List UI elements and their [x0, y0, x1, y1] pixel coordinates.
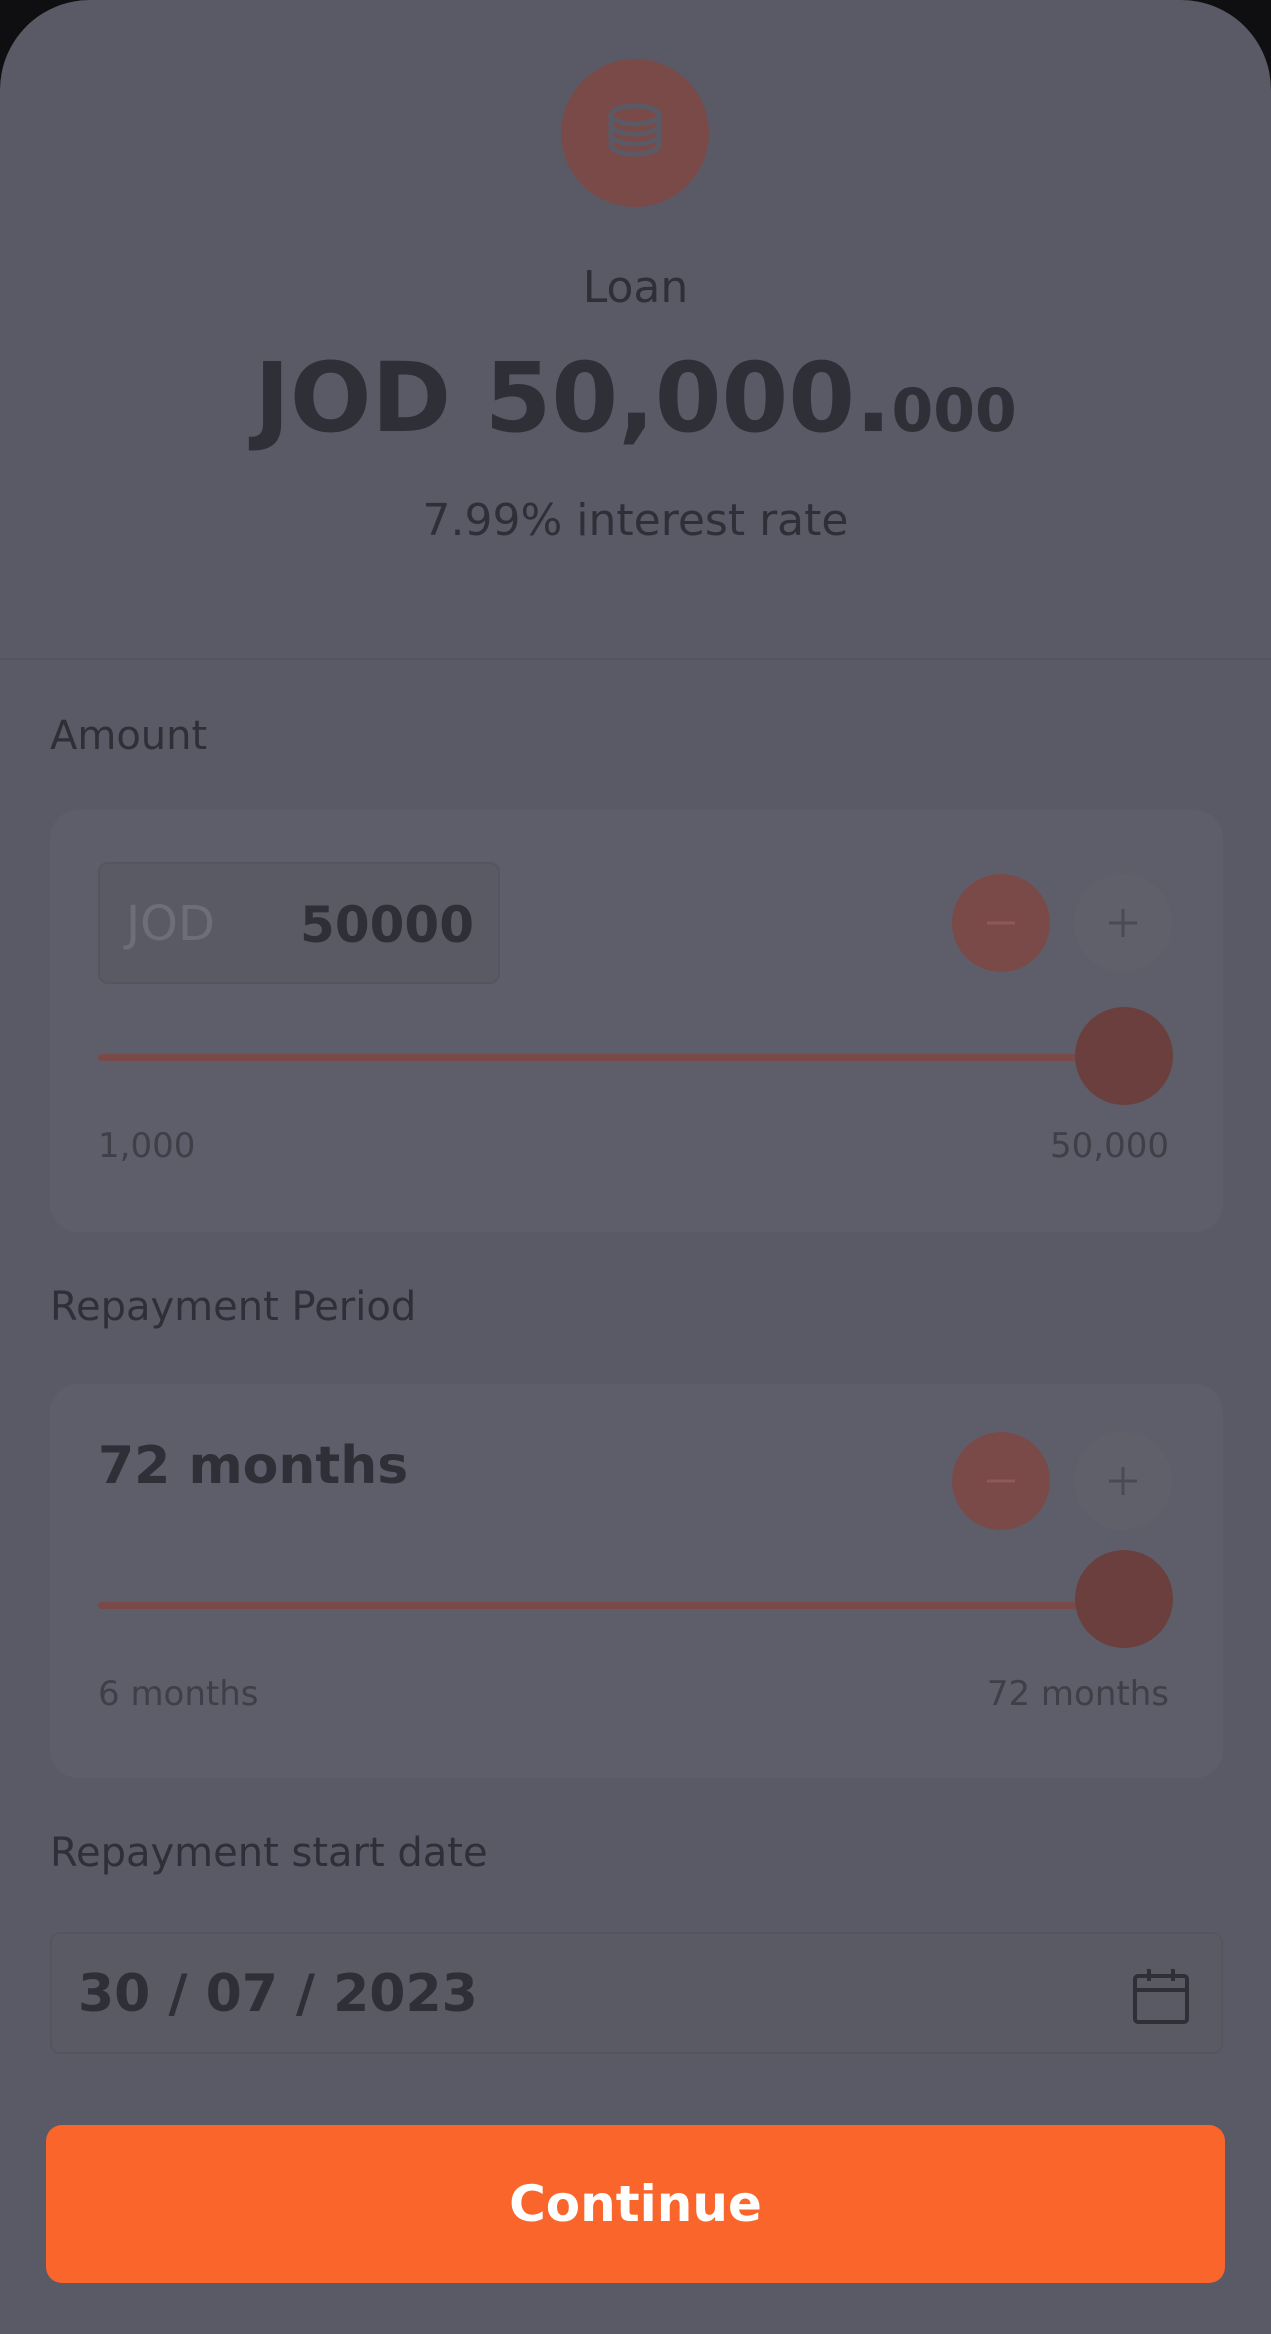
loan-calculator-screen: Loan JOD 50,000.000 7.99% interest rate … — [0, 0, 1271, 2334]
amount-card: JOD 50000 1,000 50,000 — [50, 810, 1223, 1232]
amount-min-label: 1,000 — [98, 1126, 196, 1166]
amount-increase-button[interactable] — [1074, 874, 1172, 972]
loan-summary-header: Loan JOD 50,000.000 7.99% interest rate — [0, 0, 1271, 660]
amount-label: Amount — [50, 713, 208, 759]
repayment-period-card: 72 months 6 months 72 months — [50, 1384, 1223, 1778]
repayment-period-value: 72 months — [98, 1436, 409, 1496]
calendar-icon[interactable] — [1131, 1966, 1191, 2026]
loan-amount: JOD 50,000.000 — [0, 350, 1271, 446]
period-min-label: 6 months — [98, 1674, 259, 1714]
plus-icon — [1109, 909, 1137, 937]
amount-input[interactable]: JOD 50000 — [98, 862, 500, 984]
plus-icon — [1109, 1467, 1137, 1495]
minus-icon — [987, 1479, 1015, 1483]
period-slider-track[interactable] — [98, 1602, 1166, 1609]
interest-rate: 7.99% interest rate — [422, 495, 849, 546]
amount-value: 50000 — [300, 896, 474, 954]
loan-amount-decimals: 000 — [891, 376, 1017, 446]
period-decrease-button[interactable] — [952, 1432, 1050, 1530]
period-increase-button[interactable] — [1074, 1432, 1172, 1530]
loan-amount-main: JOD 50,000. — [254, 342, 892, 454]
amount-currency: JOD — [126, 896, 215, 952]
repayment-start-date-field[interactable]: 30 / 07 / 2023 — [50, 1932, 1223, 2054]
amount-decrease-button[interactable] — [952, 874, 1050, 972]
amount-slider-track[interactable] — [98, 1054, 1166, 1061]
amount-max-label: 50,000 — [1050, 1126, 1169, 1166]
repayment-start-date-value: 30 / 07 / 2023 — [78, 1964, 478, 2024]
loan-title: Loan — [582, 262, 689, 313]
minus-icon — [987, 921, 1015, 925]
coin-stack-icon — [561, 59, 709, 207]
period-max-label: 72 months — [986, 1674, 1169, 1714]
repayment-start-date-label: Repayment start date — [50, 1830, 488, 1876]
continue-button[interactable]: Continue — [46, 2125, 1225, 2283]
amount-slider-thumb[interactable] — [1075, 1007, 1173, 1105]
repayment-period-label: Repayment Period — [50, 1284, 417, 1330]
period-slider-thumb[interactable] — [1075, 1550, 1173, 1648]
